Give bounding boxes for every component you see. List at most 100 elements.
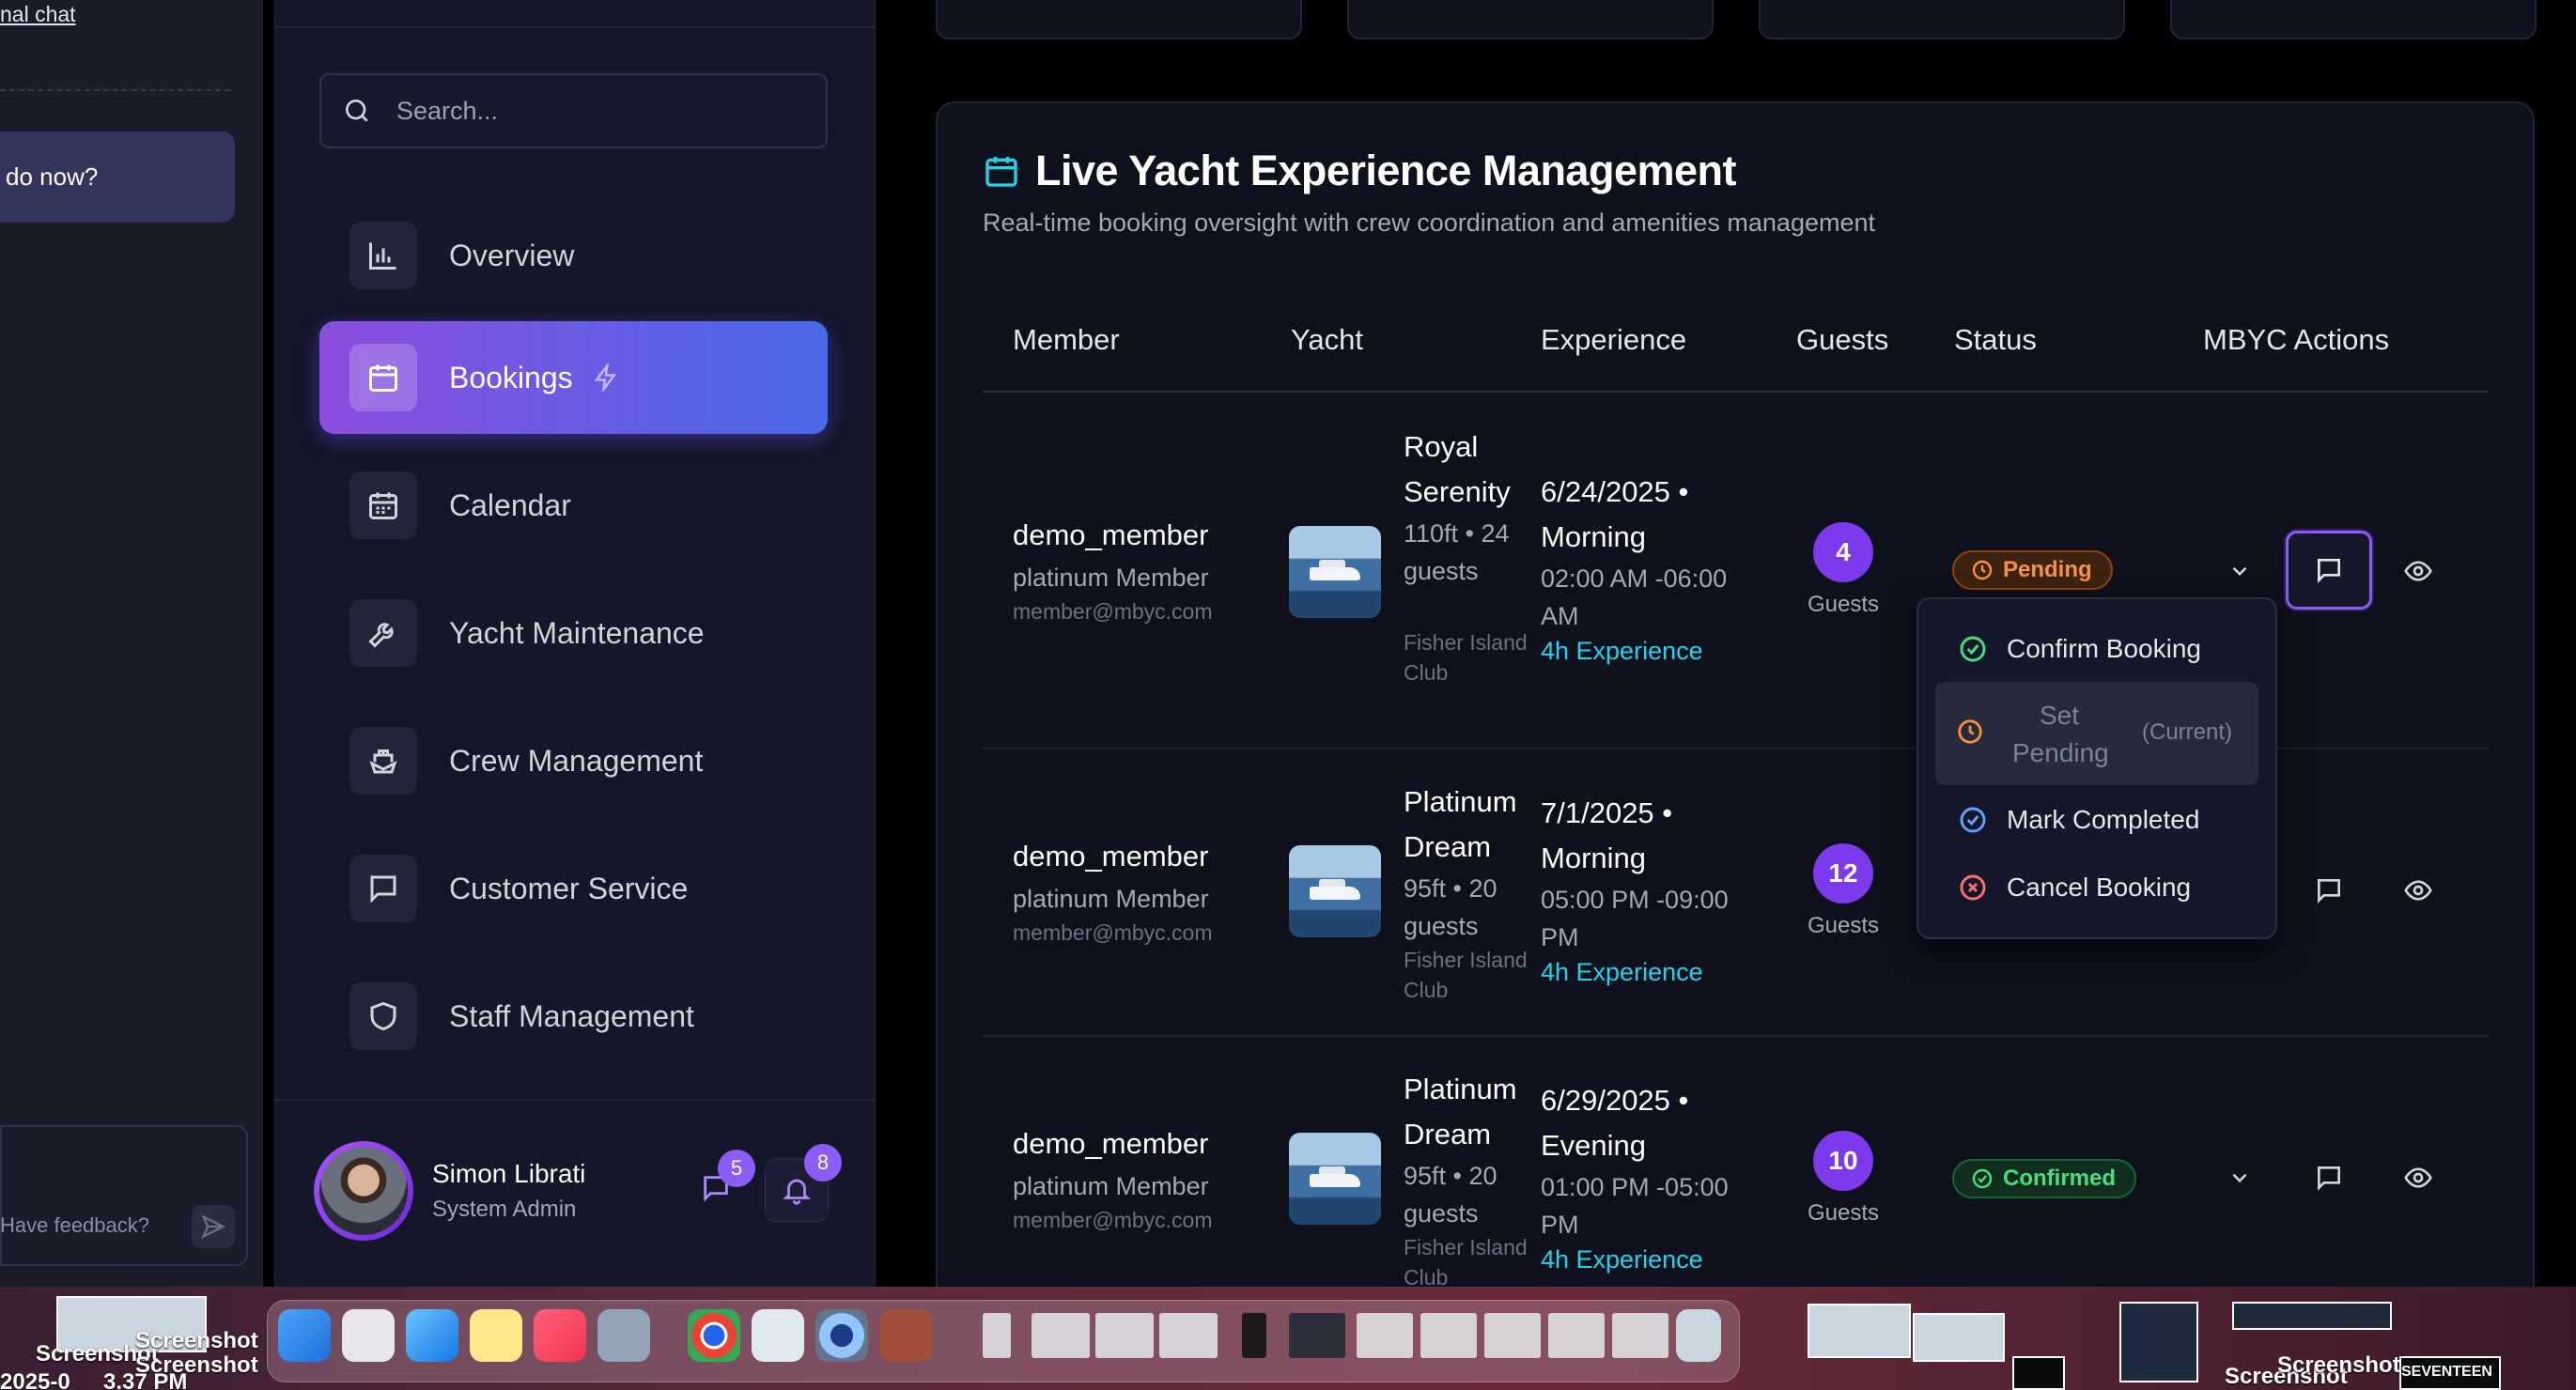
- sidebar-item-staff-management[interactable]: Staff Management: [319, 960, 828, 1073]
- dock-file-thumbnail[interactable]: [1484, 1313, 1541, 1358]
- launchpad-icon[interactable]: [342, 1309, 395, 1362]
- menu-item-cancel-booking[interactable]: Cancel Booking: [1935, 866, 2258, 909]
- desktop-file-label[interactable]: 2025-0: [0, 1369, 70, 1390]
- sidebar-item-bookings[interactable]: Bookings: [319, 321, 828, 434]
- sidebar-item-customer-service[interactable]: Customer Service: [319, 832, 828, 945]
- yacht-club: Fisher Island Club: [1404, 1235, 1528, 1290]
- current-status-note: (Current): [2142, 719, 2233, 745]
- chevron-down-icon: [2232, 1173, 2247, 1183]
- shield-icon: [349, 982, 417, 1050]
- sidebar-top-divider: [274, 26, 876, 28]
- dock-file-thumbnail[interactable]: [983, 1313, 1011, 1358]
- search-box[interactable]: Search...: [319, 73, 828, 148]
- messages-count-badge: 5: [718, 1150, 755, 1187]
- page-subtitle: Real-time booking oversight with crew co…: [983, 208, 1875, 237]
- stat-card: [1759, 0, 2125, 39]
- desktop-file-thumbnail[interactable]: [1808, 1304, 1911, 1358]
- status-badge[interactable]: Confirmed: [1952, 1159, 2136, 1198]
- view-booking-button[interactable]: [2398, 550, 2439, 592]
- sidebar-item-label: Crew Management: [449, 743, 704, 778]
- message-member-button[interactable]: [2308, 1157, 2350, 1198]
- dictionary-icon[interactable]: [879, 1309, 932, 1362]
- desktop-file-thumbnail[interactable]: [2012, 1356, 2065, 1390]
- app-icon[interactable]: [815, 1309, 868, 1362]
- menu-item-label: Cancel Booking: [2007, 873, 2192, 902]
- sidebar-item-label: Bookings: [449, 360, 573, 394]
- experience-date: 6/24/2025 • Morning: [1541, 475, 1689, 553]
- column-header-experience: Experience: [1541, 323, 1687, 356]
- xcode-icon[interactable]: [752, 1309, 804, 1362]
- status-badge[interactable]: Pending: [1952, 550, 2113, 590]
- status-label: Pending: [2003, 557, 2092, 582]
- sidebar-item-label: Calendar: [449, 487, 571, 522]
- experience-duration: 4h Experience: [1541, 1245, 1703, 1274]
- sidebar-item-crew-management[interactable]: Crew Management: [319, 704, 828, 817]
- member-email: member@mbyc.com: [1013, 1208, 1213, 1232]
- status-dropdown-toggle[interactable]: [2219, 550, 2260, 592]
- yacht-club: Fisher Island Club: [1404, 948, 1528, 1002]
- sidebar-item-yacht-maintenance[interactable]: Yacht Maintenance: [319, 577, 828, 689]
- safari-icon[interactable]: [406, 1309, 458, 1362]
- message-icon: [2318, 879, 2340, 904]
- experience-duration: 4h Experience: [1541, 958, 1703, 986]
- desktop-file-thumbnail[interactable]: [2232, 1302, 2392, 1330]
- yacht-spec: 95ft • 20 guests: [1404, 1162, 1497, 1228]
- sidebar-item-overview[interactable]: Overview: [319, 199, 828, 312]
- desktop-file-label[interactable]: 3.37 PM: [103, 1369, 187, 1390]
- menu-item-confirm-booking[interactable]: Confirm Booking: [1935, 627, 2258, 671]
- sidebar-item-calendar[interactable]: Calendar: [319, 449, 828, 562]
- experience-date: 7/1/2025 • Morning: [1541, 796, 1673, 874]
- dock-file-thumbnail[interactable]: [1159, 1313, 1218, 1358]
- notes-icon[interactable]: [470, 1309, 522, 1362]
- message-icon: [2318, 559, 2340, 583]
- desktop-file-thumbnail[interactable]: [1913, 1313, 2005, 1362]
- dock-file-thumbnail[interactable]: [1242, 1313, 1266, 1358]
- view-booking-button[interactable]: [2398, 870, 2439, 911]
- send-button[interactable]: [192, 1205, 235, 1248]
- preview-icon[interactable]: [597, 1309, 650, 1362]
- chat-link[interactable]: nal chat: [0, 2, 76, 27]
- stat-card: [2170, 0, 2537, 39]
- status-dropdown-toggle[interactable]: [2219, 1157, 2260, 1198]
- calendar-icon: [983, 152, 1020, 190]
- member-name: demo_member: [1013, 840, 1209, 873]
- dock-file-thumbnail[interactable]: [1095, 1313, 1154, 1358]
- bar-chart-icon: [349, 222, 417, 289]
- dock-file-thumbnail[interactable]: [1357, 1313, 1413, 1358]
- desktop-file-thumbnail[interactable]: [2119, 1302, 2198, 1382]
- guest-count-badge: 4: [1813, 522, 1873, 582]
- status-label: Confirmed: [2003, 1166, 2116, 1191]
- music-icon[interactable]: [534, 1309, 586, 1362]
- menu-item-label: Mark Completed: [2007, 805, 2200, 834]
- experience-duration: 4h Experience: [1541, 637, 1703, 665]
- search-input[interactable]: Search...: [396, 97, 498, 126]
- finder-icon[interactable]: [278, 1309, 331, 1362]
- message-member-button[interactable]: [2286, 531, 2372, 610]
- dock-file-thumbnail[interactable]: [1289, 1313, 1345, 1358]
- search-icon: [342, 94, 376, 128]
- dock-file-thumbnail[interactable]: [1420, 1313, 1477, 1358]
- desktop-file-label[interactable]: Screenshot: [2277, 1352, 2400, 1379]
- app-root: nal chat do now? Have feedback? Search..…: [0, 0, 2576, 1390]
- guest-count-badge: 10: [1813, 1131, 1873, 1191]
- message-member-button[interactable]: [2308, 870, 2350, 911]
- member-name: demo_member: [1013, 518, 1209, 551]
- dock-file-thumbnail[interactable]: [1548, 1313, 1605, 1358]
- feedback-input[interactable]: Have feedback?: [0, 1213, 149, 1238]
- desktop-file-label[interactable]: Screenshot: [135, 1328, 258, 1354]
- dock-file-thumbnail[interactable]: [1612, 1313, 1668, 1358]
- menu-item-mark-completed[interactable]: Mark Completed: [1935, 798, 2258, 842]
- trash-icon[interactable]: [1676, 1309, 1721, 1362]
- chrome-icon[interactable]: [688, 1309, 740, 1362]
- yacht-spec: 95ft • 20 guests: [1404, 874, 1497, 940]
- dock-file-thumbnail[interactable]: [1032, 1313, 1090, 1358]
- desktop-file-label[interactable]: SEVENTEEN: [2401, 1364, 2492, 1381]
- view-booking-button[interactable]: [2398, 1157, 2439, 1198]
- chevron-down-icon: [2232, 566, 2247, 577]
- member-email: member@mbyc.com: [1013, 599, 1213, 624]
- page-title: Live Yacht Experience Management: [1035, 147, 1737, 194]
- avatar[interactable]: [314, 1141, 413, 1241]
- yacht-spec: 110ft • 24 guests: [1404, 519, 1510, 585]
- ship-icon: [349, 727, 417, 795]
- column-header-status: Status: [1954, 323, 2037, 356]
